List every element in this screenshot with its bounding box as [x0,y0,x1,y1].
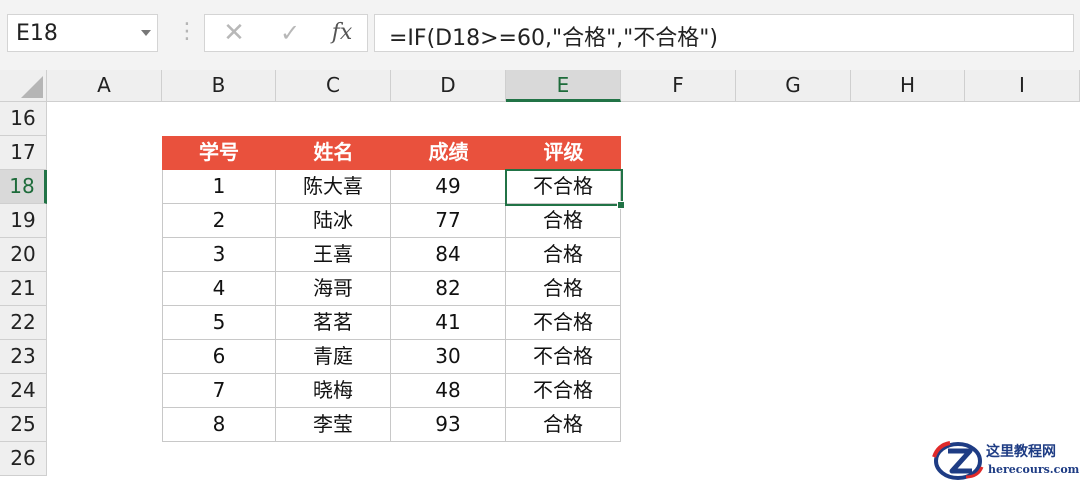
row-header-21[interactable]: 21 [0,272,47,306]
table-header-id[interactable]: 学号 [162,136,276,170]
table-cell-id[interactable]: 1 [162,170,276,204]
row-header-20[interactable]: 20 [0,238,47,272]
formula-buttons: ✕ ✓ fx [204,14,368,52]
table-cell-score[interactable]: 41 [391,306,506,340]
table-cell-score[interactable]: 48 [391,374,506,408]
table-cell-id[interactable]: 4 [162,272,276,306]
column-header-g[interactable]: G [736,70,851,102]
column-header-i[interactable]: I [965,70,1080,102]
table-cell-score[interactable]: 93 [391,408,506,442]
drag-handle-icon[interactable]: ⋮ [176,20,198,44]
cancel-icon[interactable]: ✕ [219,19,249,47]
table-cell-name[interactable]: 茗茗 [276,306,391,340]
table-cell-name[interactable]: 陆冰 [276,204,391,238]
table-cell-name[interactable]: 王喜 [276,238,391,272]
insert-function-icon[interactable]: fx [327,19,357,47]
table-cell-id[interactable]: 6 [162,340,276,374]
table-cell-score[interactable]: 82 [391,272,506,306]
table-cell-grade[interactable]: 不合格 [506,170,621,204]
column-header-f[interactable]: F [621,70,736,102]
formula-bar: E18 ⋮ ✕ ✓ fx =IF(D18>=60,"合格","不合格") [0,0,1080,70]
row-header-17[interactable]: 17 [0,136,47,170]
chevron-down-icon[interactable] [141,30,151,36]
select-all-triangle-icon [21,76,43,98]
column-header-d[interactable]: D [391,70,506,102]
row-header-16[interactable]: 16 [0,102,47,136]
spreadsheet-grid: A B C D E F G H I 16 17 18 19 20 21 22 2… [0,70,1080,483]
table-cell-name[interactable]: 李莹 [276,408,391,442]
name-box[interactable]: E18 [7,14,158,52]
table-cell-id[interactable]: 8 [162,408,276,442]
row-header-25[interactable]: 25 [0,408,47,442]
table-cell-grade[interactable]: 不合格 [506,374,621,408]
site-logo-icon [932,441,984,480]
table-cell-grade[interactable]: 合格 [506,272,621,306]
table-cell-score[interactable]: 49 [391,170,506,204]
table-cell-score[interactable]: 84 [391,238,506,272]
watermark: 这里教程网 herecours.com [930,437,1080,483]
enter-icon[interactable]: ✓ [275,19,305,47]
column-header-b[interactable]: B [162,70,276,102]
table-cell-id[interactable]: 2 [162,204,276,238]
table-cell-name[interactable]: 青庭 [276,340,391,374]
table-cell-grade[interactable]: 合格 [506,408,621,442]
table-header-name[interactable]: 姓名 [276,136,391,170]
table-cell-grade[interactable]: 不合格 [506,340,621,374]
formula-input[interactable]: =IF(D18>=60,"合格","不合格") [374,14,1074,52]
table-cell-name[interactable]: 海哥 [276,272,391,306]
row-header-19[interactable]: 19 [0,204,47,238]
column-header-c[interactable]: C [276,70,391,102]
table-cell-grade[interactable]: 合格 [506,204,621,238]
formula-text: =IF(D18>=60,"合格","不合格") [389,26,719,51]
column-header-h[interactable]: H [851,70,965,102]
table-cell-score[interactable]: 77 [391,204,506,238]
table-cell-id[interactable]: 7 [162,374,276,408]
row-header-26[interactable]: 26 [0,442,47,476]
watermark-url: herecours.com [988,463,1080,476]
fill-handle[interactable] [617,201,625,209]
column-header-e[interactable]: E [506,70,621,102]
select-all-button[interactable] [0,70,47,102]
table-header-grade[interactable]: 评级 [506,136,621,170]
row-header-18[interactable]: 18 [0,170,47,204]
table-cell-score[interactable]: 30 [391,340,506,374]
watermark-title: 这里教程网 [986,444,1056,460]
table-header-score[interactable]: 成绩 [391,136,506,170]
row-header-22[interactable]: 22 [0,306,47,340]
table-cell-grade[interactable]: 合格 [506,238,621,272]
column-header-a[interactable]: A [47,70,162,102]
row-header-23[interactable]: 23 [0,340,47,374]
table-cell-id[interactable]: 3 [162,238,276,272]
table-cell-name[interactable]: 晓梅 [276,374,391,408]
row-header-24[interactable]: 24 [0,374,47,408]
table-cell-name[interactable]: 陈大喜 [276,170,391,204]
name-box-value: E18 [16,21,58,46]
table-cell-id[interactable]: 5 [162,306,276,340]
table-cell-grade[interactable]: 不合格 [506,306,621,340]
